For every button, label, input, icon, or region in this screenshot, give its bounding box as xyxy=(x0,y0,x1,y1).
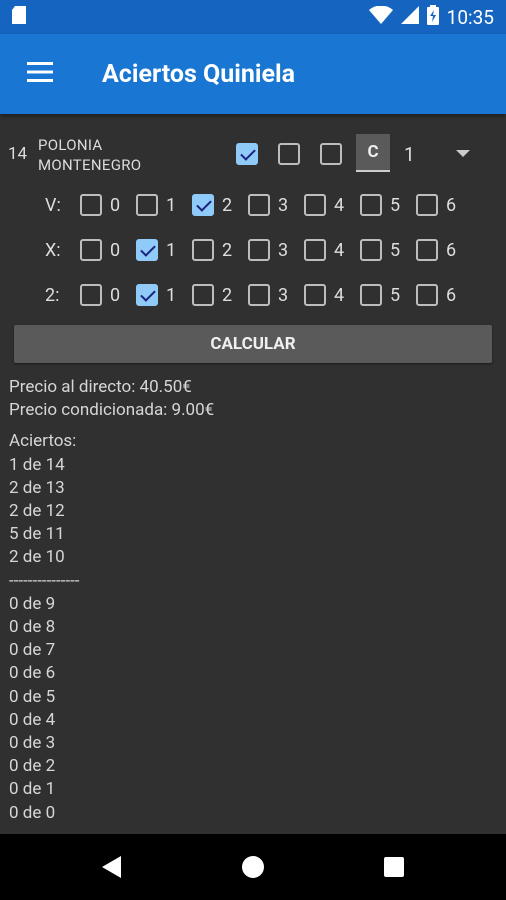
result-line: 2 de 13 xyxy=(9,477,65,498)
grid-checkbox[interactable] xyxy=(304,194,326,216)
battery-icon xyxy=(426,5,439,29)
grid-number-label: 0 xyxy=(110,285,121,306)
grid-number-label: 0 xyxy=(110,240,121,261)
grid-checkbox[interactable] xyxy=(248,284,270,306)
sign-x-checkbox[interactable] xyxy=(278,143,300,165)
away-team: MONTENEGRO xyxy=(38,156,142,174)
grid-number-label: 2 xyxy=(222,285,233,306)
grid-checkbox[interactable] xyxy=(192,284,214,306)
app-title: Aciertos Quiniela xyxy=(102,59,295,89)
grid-checkbox[interactable] xyxy=(248,239,270,261)
result-line: 0 de 1 xyxy=(9,779,56,800)
wifi-icon xyxy=(368,5,393,28)
status-bar: 10:35 xyxy=(0,0,506,34)
navigation-bar xyxy=(0,834,506,900)
grid-checkbox[interactable] xyxy=(136,239,158,261)
grid-checkbox[interactable] xyxy=(192,194,214,216)
grid-checkbox[interactable] xyxy=(360,284,382,306)
result-line: 5 de 11 xyxy=(9,524,65,545)
sd-card-icon xyxy=(12,6,26,28)
grid-number-label: 1 xyxy=(166,285,177,306)
result-line: 0 de 9 xyxy=(9,593,56,614)
result-line: 0 de 8 xyxy=(9,617,56,638)
sign-1-checkbox[interactable] xyxy=(236,143,258,165)
result-line: 0 de 0 xyxy=(9,802,56,823)
dropdown-arrow-icon[interactable] xyxy=(456,150,470,157)
menu-button[interactable] xyxy=(0,34,80,114)
match-number: 14 xyxy=(8,144,28,164)
recent-apps-icon[interactable] xyxy=(384,857,404,877)
grid-number-label: 0 xyxy=(110,195,121,216)
grid-checkbox[interactable] xyxy=(416,284,438,306)
result-line: 1 de 14 xyxy=(9,454,65,475)
result-line: 2 de 12 xyxy=(9,501,65,522)
grid-number-label: 5 xyxy=(390,195,401,216)
grid-checkbox[interactable] xyxy=(80,284,102,306)
grid-checkbox[interactable] xyxy=(80,194,102,216)
result-line: 0 de 3 xyxy=(9,733,56,754)
grid-checkbox[interactable] xyxy=(80,239,102,261)
grid-checkbox[interactable] xyxy=(360,194,382,216)
result-line: 0 de 2 xyxy=(9,756,56,777)
grid-row-label: 2: xyxy=(45,285,60,306)
grid-number-label: 5 xyxy=(390,285,401,306)
result-line: Precio condicionada: 9.00€ xyxy=(9,400,215,421)
sign-2-checkbox[interactable] xyxy=(320,143,342,165)
grid-number-label: 2 xyxy=(222,195,233,216)
result-line: 0 de 5 xyxy=(9,686,56,707)
app-bar: Aciertos Quiniela xyxy=(0,34,506,114)
grid-number-label: 4 xyxy=(334,285,345,306)
signal-icon xyxy=(400,6,419,28)
grid-checkbox[interactable] xyxy=(360,239,382,261)
result-line: 0 de 7 xyxy=(9,640,56,661)
result-line: Aciertos: xyxy=(9,431,77,452)
condition-button[interactable]: C xyxy=(356,134,390,172)
grid-row-label: X: xyxy=(45,240,61,261)
result-line: Precio al directo: 40.50€ xyxy=(9,377,192,397)
grid-number-label: 1 xyxy=(166,195,177,216)
grid-number-label: 3 xyxy=(278,240,289,261)
grid-number-label: 6 xyxy=(446,195,457,216)
home-icon[interactable] xyxy=(242,856,264,878)
grid-number-label: 5 xyxy=(390,240,401,261)
grid-checkbox[interactable] xyxy=(192,239,214,261)
grid-number-label: 4 xyxy=(334,240,345,261)
spinner-value[interactable]: 1 xyxy=(404,143,415,166)
result-line: --------------- xyxy=(9,570,80,591)
grid-checkbox[interactable] xyxy=(136,194,158,216)
grid-number-label: 3 xyxy=(278,195,289,216)
grid-checkbox[interactable] xyxy=(304,239,326,261)
calculate-button[interactable]: CALCULAR xyxy=(14,325,492,363)
menu-icon xyxy=(27,62,53,86)
result-line: 0 de 4 xyxy=(9,709,56,730)
status-time: 10:35 xyxy=(446,5,494,29)
grid-number-label: 4 xyxy=(334,195,345,216)
grid-checkbox[interactable] xyxy=(136,284,158,306)
grid-checkbox[interactable] xyxy=(416,239,438,261)
grid-number-label: 1 xyxy=(166,240,177,261)
result-line: 2 de 10 xyxy=(9,547,65,568)
grid-checkbox[interactable] xyxy=(416,194,438,216)
grid-checkbox[interactable] xyxy=(248,194,270,216)
results-list: Precio al directo: 40.50€ Precio condicio… xyxy=(9,376,214,825)
grid-row-label: V: xyxy=(45,195,61,216)
grid-number-label: 6 xyxy=(446,240,457,261)
back-icon[interactable] xyxy=(102,856,121,878)
grid-number-label: 6 xyxy=(446,285,457,306)
grid-number-label: 2 xyxy=(222,240,233,261)
grid-number-label: 3 xyxy=(278,285,289,306)
home-team: POLONIA xyxy=(38,136,103,154)
result-line: 0 de 6 xyxy=(9,663,56,684)
grid-checkbox[interactable] xyxy=(304,284,326,306)
